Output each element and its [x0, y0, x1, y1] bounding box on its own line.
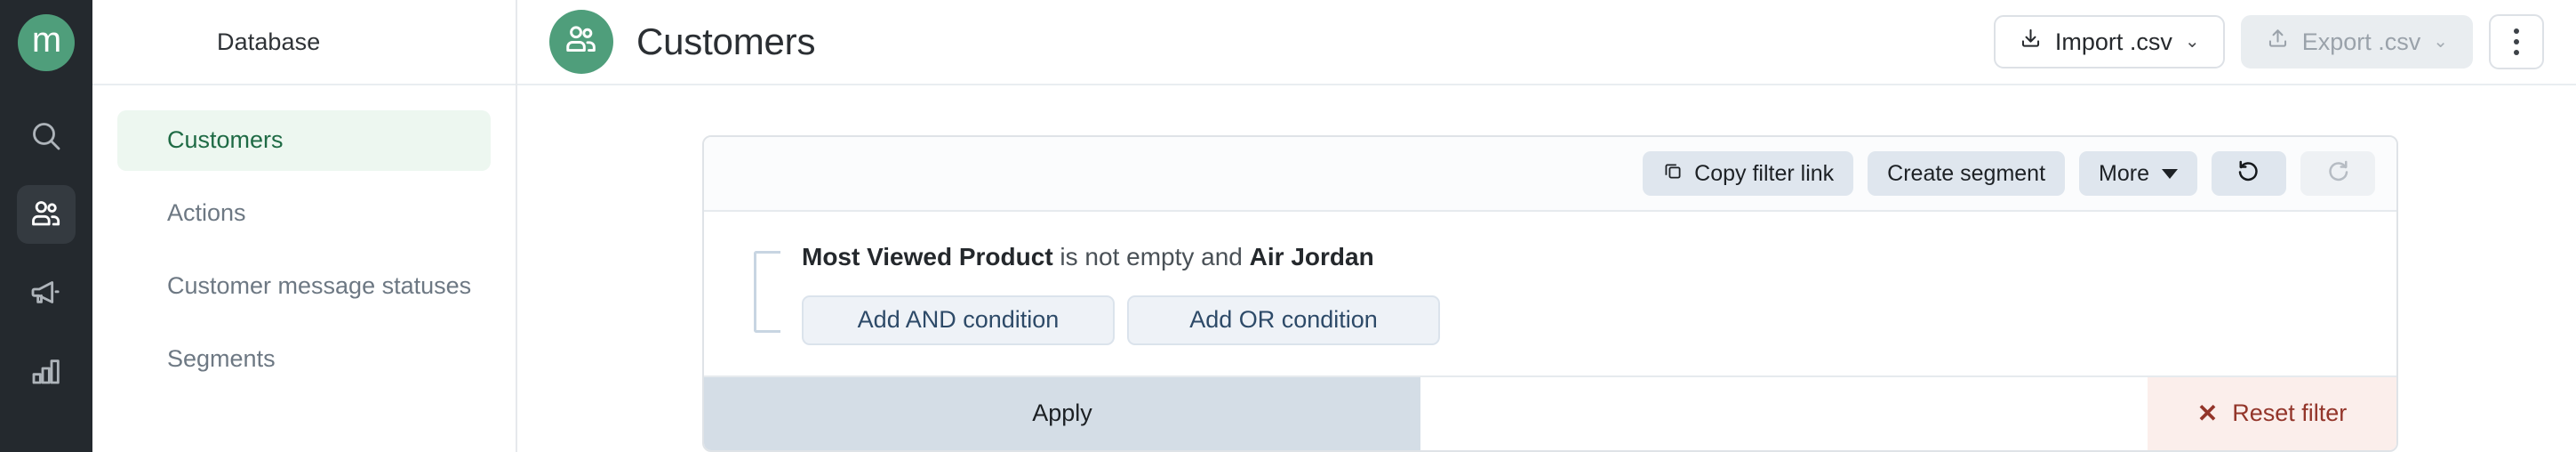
app-root: m Database Customers Actions Customer me… [0, 0, 2576, 452]
copy-icon [1662, 160, 1684, 188]
page-title: Customers [636, 20, 816, 62]
copy-filter-link-label: Copy filter link [1694, 160, 1835, 186]
sidebar-item-actions[interactable]: Actions [117, 183, 491, 244]
page-header: Customers Import .csv ⌄ Export .csv ⌄ [517, 0, 2576, 85]
create-segment-label: Create segment [1887, 160, 2046, 186]
content-area: Copy filter link Create segment More Mos… [517, 85, 2576, 452]
sidebar-item-segments[interactable]: Segments [117, 329, 491, 390]
sidebar-item-customer-message-statuses[interactable]: Customer message statuses [117, 256, 491, 317]
header-actions: Import .csv ⌄ Export .csv ⌄ [1993, 14, 2544, 69]
footer-spacer [1420, 376, 2148, 450]
customers-icon [563, 21, 600, 63]
more-label: More [2099, 160, 2149, 186]
sidebar: Database Customers Actions Customer mess… [92, 0, 517, 452]
close-icon: ✕ [2196, 399, 2219, 427]
filter-footer: Apply ✕ Reset filter [704, 375, 2396, 450]
sidebar-header: Database [92, 0, 516, 85]
search-icon [28, 118, 64, 154]
redo-button[interactable] [2300, 151, 2375, 196]
condition-field[interactable]: Most Viewed Product [802, 243, 1053, 270]
import-csv-label: Import .csv [2054, 28, 2172, 55]
download-icon [2019, 27, 2043, 57]
logo-zone: m [0, 0, 92, 85]
rail-item-list [0, 85, 92, 400]
customers-icon [28, 197, 64, 232]
condition-column: Most Viewed Product is not empty and Air… [780, 242, 2396, 345]
kebab-menu-icon [2514, 28, 2519, 55]
condition-group-bracket [754, 251, 780, 333]
bar-chart-icon [28, 353, 64, 389]
export-csv-button[interactable]: Export .csv ⌄ [2240, 15, 2473, 69]
apply-button[interactable]: Apply [704, 376, 1420, 450]
rail-item-customers[interactable] [17, 185, 76, 244]
reset-filter-label: Reset filter [2232, 400, 2348, 427]
chevron-down-icon: ⌄ [2184, 32, 2200, 52]
undo-button[interactable] [2212, 151, 2286, 196]
reset-filter-button[interactable]: ✕ Reset filter [2148, 376, 2396, 450]
rail-item-search[interactable] [17, 107, 76, 165]
more-button[interactable]: More [2079, 151, 2197, 196]
filter-panel: Copy filter link Create segment More Mos… [702, 135, 2398, 452]
upload-icon [2266, 27, 2290, 57]
create-segment-button[interactable]: Create segment [1868, 151, 2066, 196]
sidebar-item-customers[interactable]: Customers [117, 110, 491, 171]
add-and-condition-button[interactable]: Add AND condition [802, 295, 1115, 345]
icon-rail: m [0, 0, 92, 452]
export-csv-label: Export .csv [2301, 28, 2421, 55]
redo-icon [2324, 157, 2351, 190]
filter-condition-text: Most Viewed Product is not empty and Air… [802, 242, 2396, 272]
chevron-down-icon: ⌄ [2433, 32, 2448, 52]
megaphone-icon [28, 275, 64, 311]
caret-down-icon [2162, 168, 2178, 179]
app-logo[interactable]: m [18, 14, 75, 71]
copy-filter-link-button[interactable]: Copy filter link [1643, 151, 1854, 196]
undo-icon [2236, 157, 2262, 190]
rail-item-campaigns[interactable] [17, 263, 76, 322]
overflow-menu-button[interactable] [2489, 14, 2544, 69]
sidebar-title: Database [217, 28, 321, 55]
condition-actions: Add AND condition Add OR condition [802, 295, 2396, 345]
condition-operator[interactable]: is not empty and [1060, 243, 1242, 270]
add-or-condition-button[interactable]: Add OR condition [1127, 295, 1440, 345]
import-csv-button[interactable]: Import .csv ⌄ [1993, 15, 2225, 69]
filter-toolbar: Copy filter link Create segment More [704, 137, 2396, 212]
main-area: Customers Import .csv ⌄ Export .csv ⌄ Co… [517, 0, 2576, 452]
sidebar-item-list: Customers Actions Customer message statu… [92, 85, 516, 390]
rail-item-analytics[interactable] [17, 342, 76, 400]
page-avatar [549, 10, 613, 74]
filter-condition-area: Most Viewed Product is not empty and Air… [704, 212, 2396, 375]
condition-value[interactable]: Air Jordan [1250, 243, 1374, 270]
